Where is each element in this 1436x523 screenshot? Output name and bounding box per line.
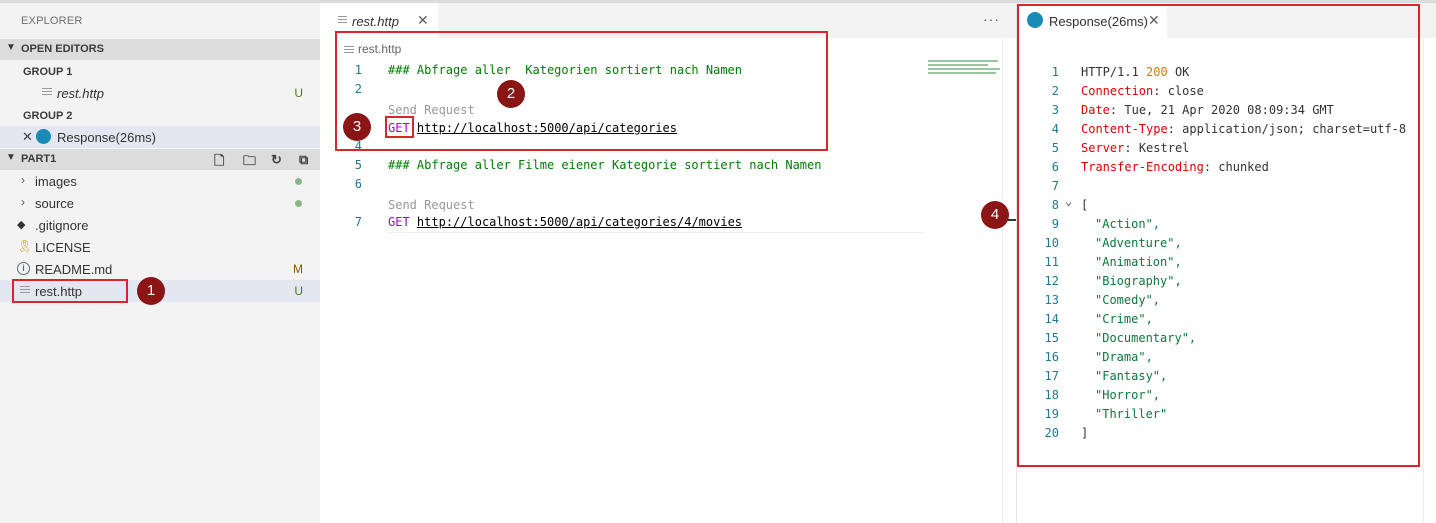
tree-item-label: images [35, 174, 77, 189]
response-preview-icon [36, 129, 51, 144]
open-editors-header[interactable]: ▼ OPEN EDITORS [0, 39, 320, 60]
git-status-badge: U [294, 284, 303, 298]
git-diamond-icon: ◆ [17, 219, 26, 231]
response-scrollbar[interactable] [1423, 38, 1436, 523]
file-lines-icon [42, 88, 52, 98]
tree-item-source[interactable]: › source [0, 192, 320, 214]
collapse-all-icon[interactable]: ⧉ [299, 152, 308, 168]
tree-item-gitignore[interactable]: ◆ .gitignore [0, 214, 320, 236]
license-ribbon-icon: 🎗 [17, 239, 33, 253]
code-line-comment: ### Abfrage aller Filme eiener Kategorie… [388, 158, 822, 172]
line-number: 5 [354, 158, 362, 172]
line-number: 6 [354, 177, 362, 191]
more-actions-icon[interactable]: ··· [983, 11, 1000, 27]
current-line-highlight [388, 232, 924, 233]
tree-item-label: README.md [35, 262, 113, 277]
step-badge: 3 [343, 113, 371, 141]
open-editor-label: rest.http [57, 86, 104, 101]
highlight-box [1017, 4, 1420, 467]
line-number: 7 [354, 215, 362, 229]
close-icon[interactable]: ✕ [22, 129, 33, 145]
open-editor-rest-http[interactable]: rest.http U [0, 82, 320, 104]
chevron-down-icon: ▼ [6, 42, 16, 53]
modified-dot-icon [295, 178, 302, 185]
open-editors-label: OPEN EDITORS [21, 43, 104, 55]
step-badge: 4 [981, 201, 1009, 229]
group2-label: GROUP 2 [23, 110, 73, 122]
project-header[interactable]: ▼ PART1 🗋 🗀 ↻ ⧉ [0, 149, 320, 170]
tree-item-license[interactable]: 🎗 LICENSE [0, 236, 320, 258]
code-line-request: GET http://localhost:5000/api/categories… [388, 215, 742, 229]
modified-dot-icon [295, 200, 302, 207]
tree-item-label: LICENSE [35, 240, 91, 255]
request-url[interactable]: http://localhost:5000/api/categories/4/m… [417, 215, 742, 229]
chevron-down-icon: ▼ [6, 152, 16, 163]
minimap[interactable] [928, 60, 1003, 80]
tree-item-label: .gitignore [35, 218, 89, 233]
info-icon: i [17, 262, 30, 275]
explorer-title: EXPLORER [21, 15, 83, 27]
close-icon[interactable]: ✕ [417, 12, 429, 29]
tree-item-readme[interactable]: i README.md M [0, 258, 320, 280]
git-status-badge: M [293, 262, 303, 276]
tree-item-images[interactable]: › images [0, 170, 320, 192]
refresh-icon[interactable]: ↻ [271, 152, 282, 168]
file-lines-icon [338, 16, 347, 26]
step-badge: 1 [137, 277, 165, 305]
chevron-right-icon: › [21, 173, 25, 187]
tree-item-label: source [35, 196, 75, 211]
step-badge: 2 [497, 80, 525, 108]
highlight-box [385, 116, 414, 138]
highlight-box [12, 279, 128, 303]
git-status-badge: U [294, 86, 303, 100]
explorer-sidebar: EXPLORER ▼ OPEN EDITORS GROUP 1 rest.htt… [0, 3, 320, 523]
chevron-right-icon: › [21, 195, 25, 209]
editor-scrollbar[interactable] [1002, 38, 1017, 523]
group1-label: GROUP 1 [23, 66, 73, 78]
http-method: GET [388, 215, 410, 229]
project-label: PART1 [21, 153, 57, 165]
open-editor-response[interactable]: ✕ Response(26ms) [0, 126, 320, 148]
open-editor-label: Response(26ms) [57, 130, 156, 145]
tab-label: rest.http [352, 14, 399, 29]
send-request-link[interactable]: Send Request [388, 198, 475, 212]
